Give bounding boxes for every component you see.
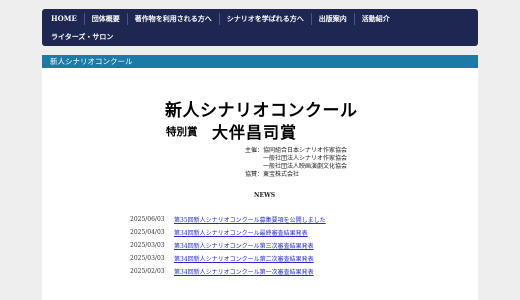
news-link[interactable]: 第35回新人シナリオコンクール募集要項を公開しました	[174, 215, 326, 224]
news-item: 2025/03/03 第34回新人シナリオコンクール第三次審査結果発表	[130, 239, 430, 252]
nav-copyright-users[interactable]: 著作物を利用される方へ	[128, 10, 219, 28]
news-date: 2025/06/03	[130, 216, 165, 223]
nav-row-secondary: ライターズ・サロン	[44, 28, 120, 45]
special-prize-label: 特別賞	[166, 126, 198, 138]
news-item: 2025/06/03 第35回新人シナリオコンクール募集要項を公開しました	[130, 213, 430, 226]
host-organization: 一般社団法人映画演劇文化協会	[263, 163, 348, 170]
news-date: 2025/03/03	[130, 242, 165, 249]
news-item: 2025/02/03 第34回新人シナリオコンクール第一次審査結果発表	[130, 265, 430, 278]
news-link[interactable]: 第34回新人シナリオコンクール第三次審査結果発表	[174, 241, 314, 250]
special-prize-name: 大伴昌司賞	[212, 123, 298, 142]
nav-about[interactable]: 団体概要	[85, 10, 127, 28]
nav-home[interactable]: HOME	[44, 10, 84, 28]
main-content: 新人シナリオコンクール 特別賞 大伴昌司賞 主催： 協同組合日本シナリオ作家協会…	[42, 68, 478, 300]
sponsor-name: 東宝株式会社	[263, 171, 300, 178]
nav-writers-salon[interactable]: ライターズ・サロン	[44, 28, 120, 46]
news-item: 2025/04/03 第34回新人シナリオコンクール最終審査結果発表	[130, 226, 430, 239]
nav-row-primary: HOME 団体概要 著作物を利用される方へ シナリオを学ばれる方へ 出版案内 活…	[44, 10, 397, 28]
host-organization: 一般社団法人シナリオ作家協会	[263, 155, 348, 162]
news-item: 2025/03/03 第34回新人シナリオコンクール第二次審査結果発表	[130, 252, 430, 265]
section-header: 新人シナリオコンクール	[42, 55, 478, 68]
main-nav: HOME 団体概要 著作物を利用される方へ シナリオを学ばれる方へ 出版案内 活…	[42, 9, 478, 46]
news-date: 2025/03/03	[130, 255, 165, 262]
news-heading: NEWS	[254, 192, 276, 199]
news-date: 2025/04/03	[130, 229, 165, 236]
nav-activities[interactable]: 活動紹介	[355, 10, 397, 28]
nav-scenario-learners[interactable]: シナリオを学ばれる方へ	[220, 10, 311, 28]
news-link[interactable]: 第34回新人シナリオコンクール第一次審査結果発表	[174, 267, 314, 276]
news-date: 2025/02/03	[130, 268, 165, 275]
news-list: 2025/06/03 第35回新人シナリオコンクール募集要項を公開しました 20…	[130, 213, 430, 278]
nav-publications[interactable]: 出版案内	[312, 10, 354, 28]
news-link[interactable]: 第34回新人シナリオコンクール最終審査結果発表	[174, 228, 308, 237]
host-label: 主催：	[245, 147, 264, 154]
sponsor-label: 協賛：	[245, 171, 264, 178]
contest-title: 新人シナリオコンクール	[165, 101, 358, 121]
news-link[interactable]: 第34回新人シナリオコンクール第二次審査結果発表	[174, 254, 314, 263]
section-title: 新人シナリオコンクール	[50, 57, 133, 66]
host-organization: 協同組合日本シナリオ作家協会	[263, 147, 348, 154]
